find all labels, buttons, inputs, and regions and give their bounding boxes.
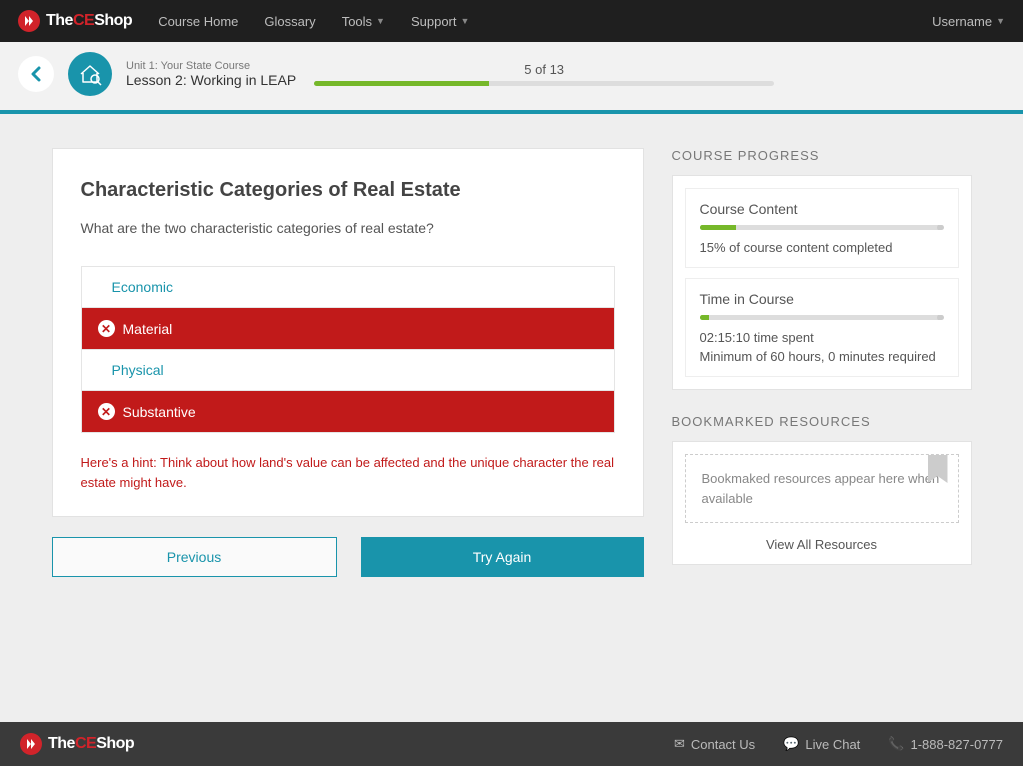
play-icon xyxy=(20,733,42,755)
logo-text: TheCEShop xyxy=(48,735,134,753)
footer: TheCEShop ✉ Contact Us 💬 Live Chat 📞 1-8… xyxy=(0,722,1023,766)
bookmarks-card: Bookmaked resources appear here when ava… xyxy=(672,441,972,565)
time-required-text: Minimum of 60 hours, 0 minutes required xyxy=(700,349,944,364)
answer-label: Economic xyxy=(112,279,173,295)
answer-label: Physical xyxy=(112,362,164,378)
top-nav: TheCEShop Course Home Glossary Tools▼ Su… xyxy=(0,0,1023,42)
chevron-down-icon: ▼ xyxy=(461,16,470,26)
answer-option[interactable]: ✕ Material xyxy=(82,308,614,350)
nav-support[interactable]: Support▼ xyxy=(411,14,469,29)
nav-links: Course Home Glossary Tools▼ Support▼ xyxy=(158,14,469,29)
time-bar xyxy=(700,315,944,320)
course-content-block: Course Content 15% of course content com… xyxy=(685,188,959,268)
phone-icon: 📞 xyxy=(888,736,904,752)
answer-option[interactable]: Physical xyxy=(82,350,614,391)
bookmarks-empty: Bookmaked resources appear here when ava… xyxy=(685,454,959,523)
course-progress-heading: COURSE PROGRESS xyxy=(672,148,972,163)
live-chat-link[interactable]: 💬 Live Chat xyxy=(783,736,860,752)
course-content-bar xyxy=(700,225,944,230)
house-icon xyxy=(77,61,103,87)
bar-dot-icon xyxy=(937,315,944,320)
lesson-progress: 5 of 13 xyxy=(314,62,774,86)
lesson-info: Unit 1: Your State Course Lesson 2: Work… xyxy=(126,60,296,88)
answer-label: Material xyxy=(123,321,173,337)
lesson-icon xyxy=(68,52,112,96)
logo[interactable]: TheCEShop xyxy=(18,10,132,32)
lesson-title: Lesson 2: Working in LEAP xyxy=(126,72,296,88)
envelope-icon: ✉ xyxy=(674,736,685,752)
logo-text: TheCEShop xyxy=(46,12,132,30)
course-content-text: 15% of course content completed xyxy=(700,240,944,255)
footer-links: ✉ Contact Us 💬 Live Chat 📞 1-888-827-077… xyxy=(674,736,1003,752)
answer-option[interactable]: Economic xyxy=(82,267,614,308)
lesson-progress-label: 5 of 13 xyxy=(314,62,774,77)
chevron-down-icon: ▼ xyxy=(996,16,1005,26)
chevron-left-icon xyxy=(30,66,42,82)
course-content-label: Course Content xyxy=(700,201,944,217)
course-progress-card: Course Content 15% of course content com… xyxy=(672,175,972,390)
bar-dot-icon xyxy=(700,315,707,320)
unit-label: Unit 1: Your State Course xyxy=(126,60,296,72)
previous-button[interactable]: Previous xyxy=(52,537,337,577)
time-spent-text: 02:15:10 time spent xyxy=(700,330,944,345)
chevron-down-icon: ▼ xyxy=(376,16,385,26)
x-circle-icon: ✕ xyxy=(98,320,115,337)
back-button[interactable] xyxy=(18,56,54,92)
x-circle-icon: ✕ xyxy=(98,403,115,420)
time-label: Time in Course xyxy=(700,291,944,307)
nav-username[interactable]: Username▼ xyxy=(932,14,1005,29)
quiz-hint: Here's a hint: Think about how land's va… xyxy=(81,453,615,492)
bar-dot-icon xyxy=(700,225,707,230)
nav-course-home[interactable]: Course Home xyxy=(158,14,238,29)
try-again-button[interactable]: Try Again xyxy=(361,537,644,577)
phone-link[interactable]: 📞 1-888-827-0777 xyxy=(888,736,1003,752)
play-icon xyxy=(18,10,40,32)
lesson-progress-fill xyxy=(314,81,489,86)
quiz-question: What are the two characteristic categori… xyxy=(81,220,615,236)
answer-option[interactable]: ✕ Substantive xyxy=(82,391,614,433)
lesson-progress-bar xyxy=(314,81,774,86)
action-row: Previous Try Again xyxy=(52,537,644,577)
bar-dot-icon xyxy=(937,225,944,230)
footer-logo[interactable]: TheCEShop xyxy=(20,733,134,755)
nav-glossary[interactable]: Glossary xyxy=(264,14,315,29)
quiz-title: Characteristic Categories of Real Estate xyxy=(81,179,615,202)
answer-label: Substantive xyxy=(123,404,196,420)
quiz-card: Characteristic Categories of Real Estate… xyxy=(52,148,644,517)
nav-tools[interactable]: Tools▼ xyxy=(342,14,385,29)
view-all-resources-link[interactable]: View All Resources xyxy=(685,537,959,552)
lesson-bar: Unit 1: Your State Course Lesson 2: Work… xyxy=(0,42,1023,114)
contact-us-link[interactable]: ✉ Contact Us xyxy=(674,736,755,752)
bookmarks-heading: BOOKMARKED RESOURCES xyxy=(672,414,972,429)
time-block: Time in Course 02:15:10 time spent Minim… xyxy=(685,278,959,377)
answers-list: Economic ✕ Material Physical ✕ Substanti… xyxy=(81,266,615,433)
chat-icon: 💬 xyxy=(783,736,799,752)
